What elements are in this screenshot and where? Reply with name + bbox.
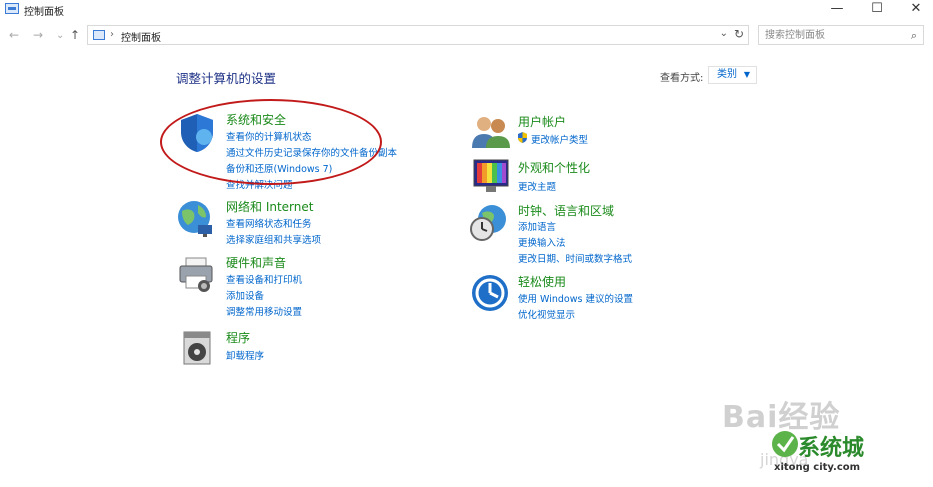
red-annotation-circle <box>160 99 382 185</box>
refresh-icon[interactable]: ↻ <box>734 27 744 41</box>
search-input[interactable] <box>759 26 905 44</box>
appearance-icon[interactable] <box>470 156 512 196</box>
up-button[interactable]: ↑ <box>70 28 80 42</box>
category-network-internet[interactable]: 网络和 Internet <box>226 198 313 215</box>
link-windows-recommended-settings[interactable]: 使用 Windows 建议的设置 <box>518 291 633 305</box>
minimize-button[interactable]: — <box>820 0 854 20</box>
category-appearance[interactable]: 外观和个性化 <box>518 159 590 176</box>
title-bar: 控制面板 — ☐ ✕ <box>0 0 933 20</box>
address-dropdown-icon[interactable]: ⌄ <box>720 28 728 39</box>
link-devices-printers[interactable]: 查看设备和打印机 <box>226 272 302 286</box>
link-date-time-format[interactable]: 更改日期、时间或数字格式 <box>518 251 632 265</box>
printer-icon[interactable] <box>176 254 216 294</box>
logo-text: 系统城 <box>798 436 865 461</box>
logo-emblem-icon <box>772 431 798 457</box>
category-hardware-sound[interactable]: 硬件和声音 <box>226 254 286 271</box>
link-network-status[interactable]: 查看网络状态和任务 <box>226 216 312 230</box>
view-by-label: 查看方式: <box>660 73 704 84</box>
recent-locations-button[interactable]: ⌄ <box>56 30 64 41</box>
page-title: 调整计算机的设置 <box>176 71 277 86</box>
ease-of-access-icon[interactable] <box>470 273 510 313</box>
back-button[interactable]: ← <box>9 28 19 42</box>
link-change-account-type[interactable]: 更改帐户类型 <box>531 132 588 146</box>
breadcrumb-separator[interactable]: › <box>110 29 114 40</box>
link-change-theme[interactable]: 更改主题 <box>518 179 556 193</box>
user-accounts-icon[interactable] <box>470 114 512 150</box>
link-homegroup-sharing[interactable]: 选择家庭组和共享选项 <box>226 232 321 246</box>
category-ease-of-access[interactable]: 轻松使用 <box>518 273 566 290</box>
chevron-down-icon: ▼ <box>743 70 750 79</box>
logo-subtitle: xitong city.com <box>774 462 861 473</box>
address-bar[interactable]: › 控制面板 ⌄ ↻ <box>87 25 749 45</box>
search-icon[interactable]: ⌕ <box>911 29 917 43</box>
control-panel-icon <box>93 30 105 40</box>
close-button[interactable]: ✕ <box>899 0 933 20</box>
xitongcheng-logo: 系统城 xitong city.com <box>770 428 920 478</box>
programs-icon[interactable] <box>180 328 216 366</box>
link-uninstall-program[interactable]: 卸载程序 <box>226 348 264 362</box>
category-clock-language-region[interactable]: 时钟、语言和区域 <box>518 202 614 219</box>
link-add-device[interactable]: 添加设备 <box>226 288 264 302</box>
category-programs[interactable]: 程序 <box>226 329 250 346</box>
clock-globe-icon[interactable] <box>468 203 510 243</box>
category-user-accounts[interactable]: 用户帐户 <box>518 113 566 130</box>
maximize-button[interactable]: ☐ <box>860 0 894 20</box>
window-title: 控制面板 <box>24 7 64 18</box>
breadcrumb-control-panel[interactable]: 控制面板 <box>121 29 161 44</box>
network-globe-icon[interactable] <box>176 199 216 239</box>
link-optimize-visual-display[interactable]: 优化视觉显示 <box>518 307 575 321</box>
link-add-language[interactable]: 添加语言 <box>518 219 556 233</box>
link-change-input-method[interactable]: 更换输入法 <box>518 235 566 249</box>
forward-button[interactable]: → <box>33 28 43 42</box>
control-panel-icon <box>5 3 19 14</box>
view-by-value: 类别 <box>717 69 737 80</box>
view-by-select[interactable]: 类别 ▼ <box>708 66 757 84</box>
link-mobility-settings[interactable]: 调整常用移动设置 <box>226 304 302 318</box>
uac-shield-icon <box>518 132 527 143</box>
search-box[interactable]: ⌕ <box>758 25 924 45</box>
